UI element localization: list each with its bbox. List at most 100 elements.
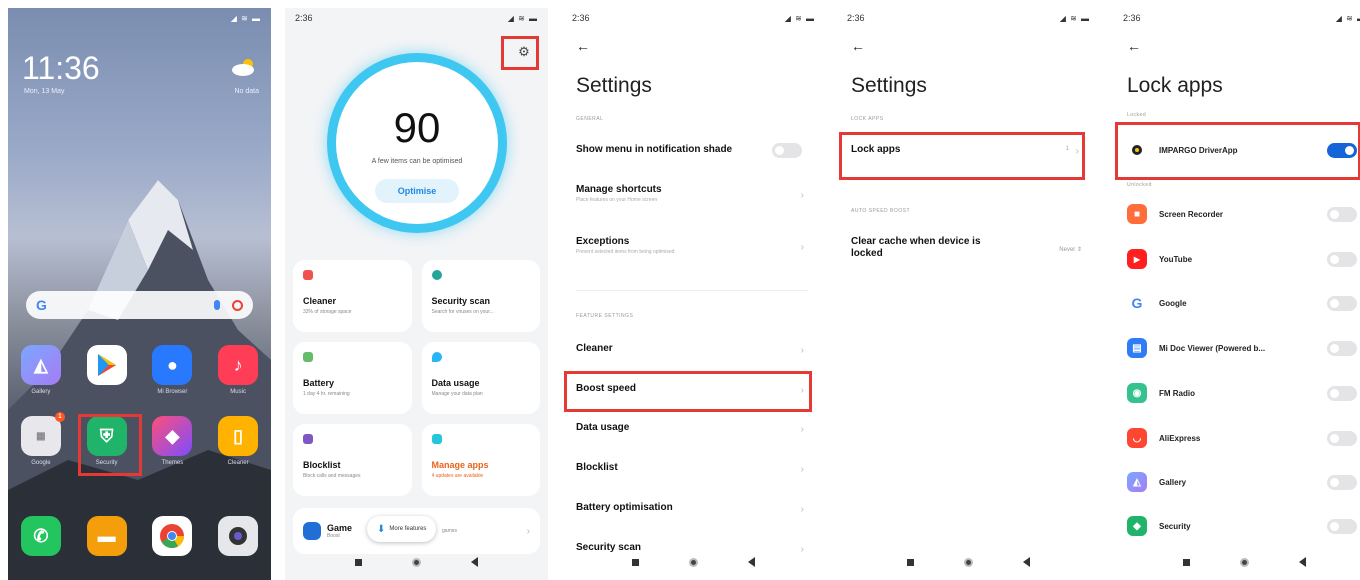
gallery-icon: ◭ [1127, 472, 1147, 492]
google-g-icon: G [36, 297, 47, 313]
row-cleaner[interactable]: Cleaner › [576, 343, 808, 356]
app-cleaner[interactable]: ▯ Cleaner [218, 416, 259, 468]
apps-icon [431, 434, 442, 444]
tile-manage-apps[interactable]: Manage apps 4 updates are available [421, 424, 540, 496]
section-header: LOCK APPS [851, 116, 884, 122]
updown-icon: ⇕ [1076, 247, 1082, 253]
locked-app-impargo[interactable]: IMPARGO DriverApp [1127, 138, 1357, 162]
row-title: Data usage [576, 422, 630, 433]
section-header-locked: Locked [1127, 112, 1147, 118]
optimise-button[interactable]: Optimise [375, 179, 459, 203]
app-label: Cleaner [227, 460, 249, 466]
row-title: Battery optimisation [576, 502, 673, 513]
impargo-lock-toggle[interactable] [1327, 143, 1357, 158]
tile-data-usage[interactable]: Data usage Manage your data plan [421, 342, 540, 414]
row-exceptions[interactable]: Exceptions Prevent selected items from b… [576, 236, 808, 255]
app-lock-toggle[interactable] [1327, 386, 1357, 401]
row-blocklist[interactable]: Blocklist › [576, 462, 808, 475]
row-battery-optimisation[interactable]: Battery optimisation › [576, 502, 808, 515]
row-lock-apps[interactable]: Lock apps 1 › [851, 144, 1083, 157]
row-data-usage[interactable]: Data usage › [576, 422, 808, 435]
security-score: 90 [393, 104, 441, 151]
mic-icon[interactable] [214, 300, 220, 310]
row-notification-shade[interactable]: Show menu in notification shade [576, 143, 808, 158]
app-row-security[interactable]: ◆ Security [1127, 514, 1357, 538]
app-lock-toggle[interactable] [1327, 341, 1357, 356]
app-play-store[interactable] [86, 345, 127, 397]
app-music[interactable]: ♪ Music [218, 345, 259, 397]
row-boost-speed[interactable]: Boost speed › [576, 383, 808, 396]
recents-icon[interactable] [355, 558, 362, 566]
app-lock-toggle[interactable] [1327, 296, 1357, 311]
camera-icon[interactable] [218, 516, 259, 556]
security-score-ring: 90 A few items can be optimised Optimise [327, 53, 507, 233]
trash-icon [303, 270, 313, 280]
back-icon[interactable] [1299, 557, 1306, 567]
app-name: IMPARGO DriverApp [1159, 145, 1238, 155]
home-icon[interactable] [964, 557, 973, 567]
app-row-gallery[interactable]: ◭ Gallery [1127, 470, 1357, 494]
clear-cache-value[interactable]: Never ⇕ [1059, 246, 1082, 253]
app-row-aliexpress[interactable]: ◡ AliExpress [1127, 426, 1357, 450]
app-lock-toggle[interactable] [1327, 207, 1357, 222]
app-row-screen-recorder[interactable]: ■ Screen Recorder [1127, 202, 1357, 226]
screen-recorder-icon: ■ [1127, 204, 1147, 224]
app-lock-toggle[interactable] [1327, 519, 1357, 534]
back-icon[interactable] [1023, 557, 1030, 567]
messages-icon[interactable]: ▬ [86, 516, 127, 556]
drop-icon [431, 352, 442, 362]
tile-cleaner[interactable]: Cleaner 33% of storage space [293, 260, 412, 332]
google-search-bar[interactable]: G [26, 291, 253, 319]
app-lock-toggle[interactable] [1327, 475, 1357, 490]
tile-battery[interactable]: Battery 1 day 4 hr. remaining [293, 342, 412, 414]
back-arrow-icon[interactable]: ← [1127, 38, 1141, 54]
recents-icon[interactable] [632, 558, 639, 566]
shield-icon [303, 434, 313, 444]
tile-title: Manage apps [431, 460, 489, 470]
app-browser[interactable]: ● Mi Browser [152, 345, 193, 397]
status-time: 2:36 [1123, 13, 1141, 23]
back-arrow-icon[interactable]: ← [851, 38, 865, 54]
home-icon[interactable] [689, 557, 698, 567]
status-bar: 2:36◢ ≋ ▬ [295, 13, 538, 23]
home-icon[interactable] [412, 557, 421, 567]
back-arrow-icon[interactable]: ← [576, 38, 590, 54]
home-icon[interactable] [1240, 557, 1249, 567]
tile-blocklist[interactable]: Blocklist Block calls and messages [293, 424, 412, 496]
boost-settings-screen: 2:36 ◢ ≋ ▬ ← Settings LOCK APPS Lock apps… [837, 8, 1100, 580]
notification-shade-toggle[interactable] [772, 143, 802, 158]
app-google-folder[interactable]: ▦ 1 Google [20, 412, 65, 468]
back-icon[interactable] [748, 557, 755, 567]
lens-icon[interactable] [232, 299, 243, 311]
more-features-button[interactable]: ⬇ More features [367, 516, 437, 542]
recents-icon[interactable] [1183, 558, 1190, 566]
chevron-right-icon: › [800, 190, 804, 201]
tile-security-scan[interactable]: Security scan Search for viruses on your… [421, 260, 540, 332]
notification-badge: 1 [54, 412, 65, 422]
chrome-icon[interactable] [152, 516, 193, 556]
game-title: Game [327, 523, 353, 533]
row-title: Blocklist [576, 462, 618, 473]
doc-viewer-icon: ▤ [1127, 338, 1147, 358]
tile-subtitle: Search for viruses on your... [431, 309, 494, 315]
settings-gear-button[interactable]: ⚙ [514, 42, 534, 62]
app-row-google[interactable]: G Google [1127, 291, 1357, 315]
app-row-youtube[interactable]: ▶ YouTube [1127, 247, 1357, 271]
row-manage-shortcuts[interactable]: Manage shortcuts Place features on your … [576, 184, 808, 203]
back-icon[interactable] [471, 557, 478, 567]
app-lock-toggle[interactable] [1327, 431, 1357, 446]
app-row-fm-radio[interactable]: ◉ FM Radio [1127, 381, 1357, 405]
app-lock-toggle[interactable] [1327, 252, 1357, 267]
recents-icon[interactable] [907, 558, 914, 566]
phone-icon[interactable]: ✆ [20, 516, 61, 556]
tile-subtitle: 33% of storage space [303, 309, 352, 315]
row-clear-cache[interactable]: Clear cache when device is locked [851, 236, 1001, 260]
app-row-mi-doc-viewer[interactable]: ▤ Mi Doc Viewer (Powered b... [1127, 336, 1357, 360]
arrow-down-icon: ⬇ [377, 523, 386, 535]
app-themes[interactable]: ◆ Themes [152, 416, 193, 468]
app-security[interactable]: ⛨ Security [86, 416, 127, 468]
settings-screen: 2:36 ◢ ≋ ▬ ← Settings GENERAL Show menu i… [562, 8, 825, 580]
app-gallery[interactable]: ◭ Gallery [20, 345, 61, 397]
nav-bar [837, 544, 1100, 580]
row-title: Cleaner [576, 343, 613, 354]
